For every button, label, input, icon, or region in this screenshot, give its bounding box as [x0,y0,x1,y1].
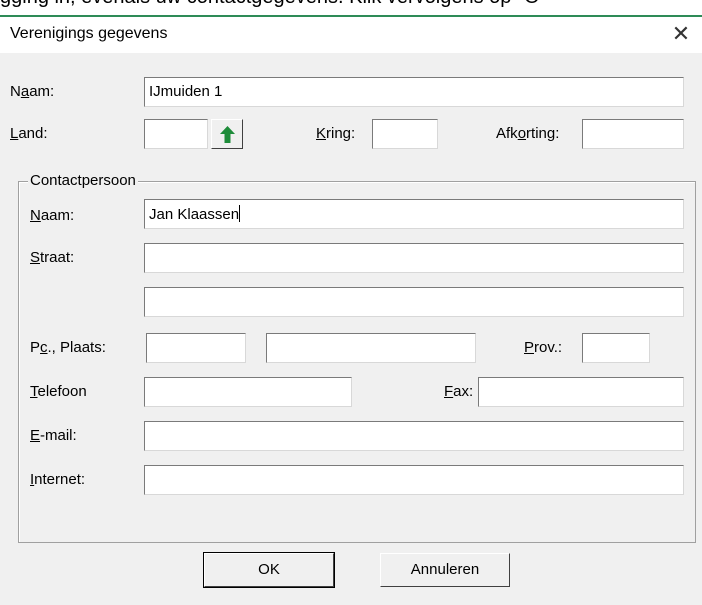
postcode-field[interactable] [146,333,246,363]
text-caret [239,205,241,222]
internet-label: Internet: [30,471,86,488]
plaats-field[interactable] [266,333,476,363]
afkorting-field[interactable] [582,119,684,149]
kring-field[interactable] [372,119,438,149]
straat-field[interactable] [144,243,684,273]
vereniging-naam-field[interactable]: IJmuiden 1 [144,77,684,107]
contactpersoon-group-label: Contactpersoon [28,172,138,189]
internet-field[interactable] [144,465,684,495]
contact-naam-field[interactable]: Jan Klaassen [144,199,684,229]
ok-button[interactable]: OK [203,552,335,588]
fax-field[interactable] [478,377,684,407]
straat-field-2[interactable] [144,287,684,317]
telefoon-field[interactable] [144,377,352,407]
naam-label: Naam: [10,83,55,100]
title-bar: Verenigings gegevens ✕ [0,17,702,53]
prov-field[interactable] [582,333,650,363]
afkorting-label: Afkorting: [496,125,560,142]
vereniging-dialog: Verenigings gegevens ✕ Naam: IJmuiden 1 … [0,17,702,605]
background-instruction-text: gging in, evenals uw contactgegevens. Kl… [0,0,702,14]
pc-plaats-label: Pc., Plaats: [30,339,106,356]
email-field[interactable] [144,421,684,451]
contact-naam-value: Jan Klaassen [149,206,240,223]
straat-label: Straat: [30,249,75,266]
land-field[interactable] [144,119,208,149]
close-icon[interactable]: ✕ [668,21,694,47]
contact-naam-label: Naam: [30,207,75,224]
email-label: E-mail: [30,427,77,444]
land-label: Land: [10,125,48,142]
up-arrow-icon [220,126,235,143]
cancel-button[interactable]: Annuleren [380,553,510,587]
prov-label: Prov.: [524,339,563,356]
telefoon-label: Telefoon [30,383,87,400]
dialog-title: Verenigings gegevens [10,25,168,42]
kring-label: Kring: [316,125,356,142]
fax-label: Fax: [444,383,474,400]
land-lookup-button[interactable] [211,119,243,149]
